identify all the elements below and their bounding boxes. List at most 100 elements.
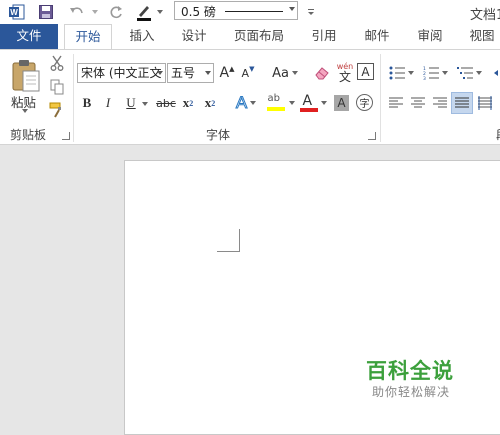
tab-references[interactable]: 引用 bbox=[306, 24, 342, 49]
multilevel-list-icon bbox=[456, 67, 473, 79]
tab-home[interactable]: 开始 bbox=[64, 24, 112, 49]
pen-weight-value: 0.5 磅 bbox=[181, 5, 216, 19]
tab-design[interactable]: 设计 bbox=[176, 24, 212, 49]
highlighter-icon: ab bbox=[266, 93, 286, 113]
highlight-glyph: ab bbox=[267, 93, 280, 104]
chevron-down-icon bbox=[475, 71, 482, 75]
align-left-icon[interactable] bbox=[386, 93, 406, 113]
numbering-icon: 123 bbox=[423, 66, 439, 80]
word-logo-icon: W bbox=[9, 3, 25, 21]
underline-dropdown-chevron-down-icon[interactable] bbox=[142, 102, 148, 106]
bold-button[interactable]: B bbox=[80, 94, 94, 112]
subscript-mark: 2 bbox=[189, 98, 194, 108]
justify-icon[interactable] bbox=[451, 92, 473, 114]
chevron-down-icon bbox=[291, 71, 298, 75]
chevron-down-icon bbox=[157, 71, 163, 75]
strikethrough-button[interactable]: abc bbox=[154, 94, 178, 112]
svg-text:3: 3 bbox=[423, 76, 426, 80]
save-icon[interactable] bbox=[37, 3, 55, 21]
font-color-glyph: A bbox=[302, 93, 313, 109]
clipboard-group-label: 剪贴板 bbox=[10, 128, 47, 142]
enclose-characters-button[interactable]: 字 bbox=[356, 94, 373, 111]
decrease-indent-icon[interactable] bbox=[488, 63, 500, 83]
grow-font-glyph: A bbox=[219, 65, 230, 81]
clear-formatting-icon[interactable] bbox=[312, 63, 332, 83]
font-name-select[interactable]: 宋体 (中文正文 bbox=[77, 63, 166, 83]
bullets-button[interactable] bbox=[386, 63, 416, 83]
font-color-swatch bbox=[299, 108, 318, 112]
pen-weight-line-preview bbox=[225, 11, 283, 12]
tab-page-layout[interactable]: 页面布局 bbox=[228, 24, 290, 49]
ribbon-home: 粘贴 剪贴板 宋体 (中文正文 五号 A ▲ A ▼ Aa wén 文 A B I … bbox=[0, 49, 500, 145]
redo-icon[interactable] bbox=[106, 3, 126, 21]
distributed-align-icon[interactable] bbox=[475, 93, 495, 113]
caret-down-icon: ▼ bbox=[249, 65, 255, 73]
pen-weight-select[interactable]: 0.5 磅 bbox=[174, 1, 298, 20]
highlight-swatch bbox=[266, 107, 285, 111]
chevron-down-icon bbox=[407, 71, 414, 75]
shrink-font-glyph: A bbox=[241, 66, 250, 80]
format-painter-icon[interactable] bbox=[48, 101, 66, 119]
chevron-down-icon bbox=[250, 101, 257, 105]
font-dialog-launcher-icon[interactable] bbox=[368, 132, 376, 140]
chevron-down-icon bbox=[320, 101, 327, 105]
superscript-mark: 2 bbox=[211, 98, 216, 108]
ribbon-tabs: 文件 开始 插入 设计 页面布局 引用 邮件 审阅 视图 bbox=[0, 24, 500, 49]
underline-button[interactable]: U bbox=[124, 94, 138, 112]
bullets-icon bbox=[389, 66, 405, 80]
tab-view[interactable]: 视图 bbox=[464, 24, 500, 49]
clipboard-dialog-launcher-icon[interactable] bbox=[62, 132, 70, 140]
change-case-button[interactable]: Aa bbox=[268, 63, 302, 83]
chevron-down-icon bbox=[205, 71, 211, 75]
superscript-button[interactable]: x2 bbox=[202, 94, 218, 112]
watermark-title: 百科全说 bbox=[366, 359, 454, 383]
svg-text:W: W bbox=[10, 8, 18, 17]
paste-dropdown-chevron-down-icon[interactable] bbox=[22, 109, 28, 113]
text-boundary-corner bbox=[217, 229, 240, 252]
grow-font-button[interactable]: A ▲ bbox=[219, 63, 235, 83]
pen-color-icon[interactable] bbox=[134, 3, 154, 21]
caret-up-icon: ▲ bbox=[229, 65, 235, 73]
copy-icon[interactable] bbox=[48, 78, 66, 96]
document-title: 文档1 bbox=[470, 8, 500, 23]
chevron-down-icon bbox=[289, 7, 295, 11]
tab-review[interactable]: 审阅 bbox=[412, 24, 448, 49]
align-center-icon[interactable] bbox=[408, 93, 428, 113]
undo-dropdown-chevron-down-icon[interactable] bbox=[91, 3, 99, 21]
font-size-value: 五号 bbox=[171, 66, 196, 80]
group-divider bbox=[73, 54, 74, 142]
change-case-glyph: Aa bbox=[272, 65, 289, 81]
cut-icon[interactable] bbox=[48, 54, 66, 72]
character-shading-button[interactable]: A bbox=[334, 95, 349, 111]
subscript-button[interactable]: x2 bbox=[180, 94, 196, 112]
tab-insert[interactable]: 插入 bbox=[124, 24, 160, 49]
pen-color-dropdown-chevron-down-icon[interactable] bbox=[156, 3, 164, 21]
character-border-button[interactable]: A bbox=[357, 63, 374, 80]
group-divider bbox=[380, 54, 381, 142]
font-name-value: 宋体 (中文正文 bbox=[81, 66, 162, 80]
text-effects-glyph: A bbox=[235, 93, 248, 113]
text-effects-button[interactable]: A bbox=[231, 93, 261, 113]
quick-access-toolbar: W 0.5 磅 文档1 bbox=[0, 0, 500, 24]
font-color-icon: A bbox=[299, 93, 318, 113]
font-group-label: 字体 bbox=[206, 128, 231, 142]
paste-icon[interactable] bbox=[8, 56, 44, 96]
align-right-icon[interactable] bbox=[430, 93, 450, 113]
shrink-font-button[interactable]: A ▼ bbox=[240, 63, 256, 83]
tab-file[interactable]: 文件 bbox=[0, 24, 58, 49]
phonetic-guide-button[interactable]: wén 文 bbox=[335, 60, 355, 86]
chevron-down-icon bbox=[288, 101, 295, 105]
chevron-down-icon bbox=[441, 71, 448, 75]
watermark-subtitle: 助你轻松解决 bbox=[372, 385, 451, 399]
multilevel-list-button[interactable] bbox=[454, 63, 484, 83]
font-color-button[interactable]: A bbox=[298, 93, 328, 113]
phonetic-guide-char: 文 bbox=[338, 69, 351, 84]
customize-toolbar-icon[interactable] bbox=[306, 3, 316, 21]
undo-icon[interactable] bbox=[66, 3, 88, 21]
italic-button[interactable]: I bbox=[101, 94, 115, 112]
tab-mailings[interactable]: 邮件 bbox=[359, 24, 395, 49]
numbering-button[interactable]: 123 bbox=[420, 63, 450, 83]
font-size-select[interactable]: 五号 bbox=[167, 63, 214, 83]
highlight-color-button[interactable]: ab bbox=[264, 93, 296, 113]
paragraph-group-label: 段 bbox=[496, 126, 500, 143]
